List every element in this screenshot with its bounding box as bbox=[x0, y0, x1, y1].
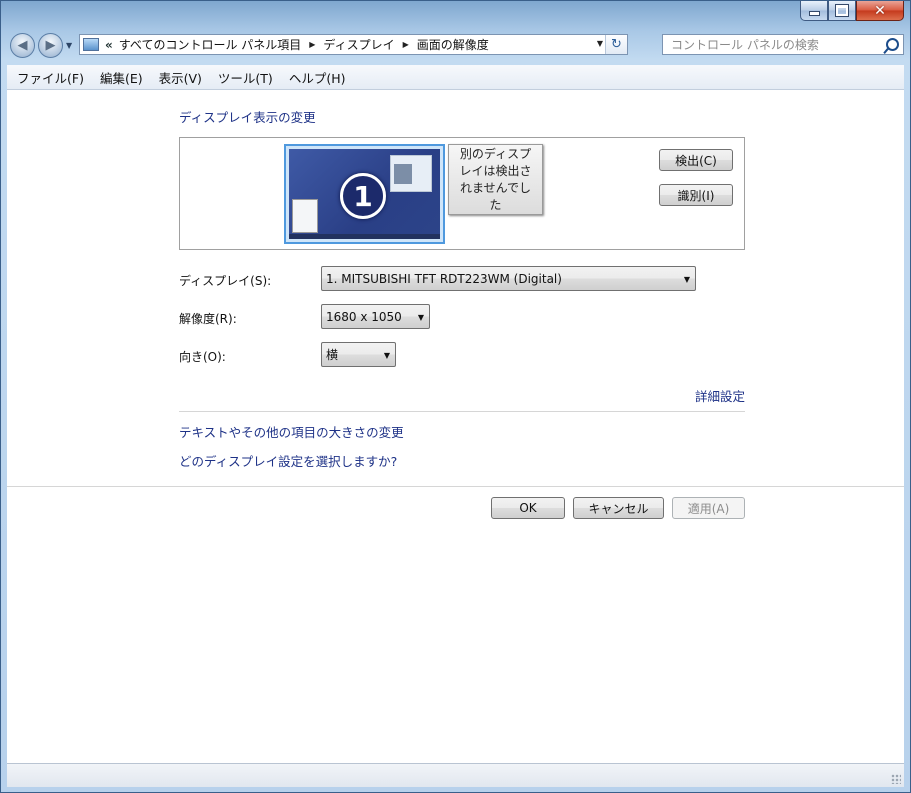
resolution-select-value: 1680 x 1050 bbox=[326, 309, 402, 324]
maximize-icon bbox=[835, 4, 849, 17]
close-icon: ✕ bbox=[874, 2, 886, 19]
refresh-button[interactable]: ↻ bbox=[605, 35, 627, 54]
menu-edit[interactable]: 編集(E) bbox=[92, 68, 151, 87]
chevron-down-icon: ▼ bbox=[66, 41, 73, 50]
menu-help[interactable]: ヘルプ(H) bbox=[281, 68, 354, 87]
menu-tools[interactable]: ツール(T) bbox=[210, 68, 281, 87]
status-bar bbox=[7, 763, 904, 787]
maximize-button[interactable] bbox=[828, 1, 856, 21]
address-dropdown-icon[interactable]: ▼ bbox=[597, 39, 603, 48]
menu-bar: ファイル(F) 編集(E) 表示(V) ツール(T) ヘルプ(H) bbox=[7, 65, 904, 90]
monitor-arrangement-panel: 1 別のディスプレイは検出されませんでした 検出(C) 識別(I) bbox=[179, 137, 745, 250]
chevron-down-icon: ▼ bbox=[683, 275, 690, 284]
breadcrumb-arrow-icon[interactable]: ▶ bbox=[309, 40, 315, 49]
apply-button[interactable]: 適用(A) bbox=[672, 497, 745, 519]
monitor-1[interactable]: 1 bbox=[284, 144, 445, 244]
orientation-select[interactable]: 横 ▼ bbox=[321, 342, 396, 367]
main-content: ディスプレイ表示の変更 1 別のディスプレイは検出されませんでした 検出(C) … bbox=[7, 90, 904, 763]
detect-button[interactable]: 検出(C) bbox=[659, 149, 733, 171]
monitor-preview-taskbar bbox=[289, 234, 440, 239]
divider bbox=[179, 411, 745, 412]
caption-buttons: ✕ bbox=[800, 1, 904, 21]
orientation-label: 向き(O): bbox=[179, 350, 226, 364]
chevron-down-icon: ▼ bbox=[383, 351, 390, 360]
control-panel-icon bbox=[83, 38, 99, 51]
monitor-preview-document-icon bbox=[292, 199, 318, 233]
display-select[interactable]: 1. MITSUBISHI TFT RDT223WM (Digital) ▼ bbox=[321, 266, 696, 291]
breadcrumb-overflow[interactable]: « bbox=[105, 38, 113, 52]
minimize-icon bbox=[808, 11, 820, 16]
monitor-1-screen: 1 bbox=[289, 149, 440, 239]
orientation-select-value: 横 bbox=[326, 348, 339, 362]
monitor-number-badge: 1 bbox=[340, 173, 386, 219]
monitor-preview-window-icon bbox=[390, 155, 432, 192]
minimize-button[interactable] bbox=[800, 1, 828, 21]
page-title: ディスプレイ表示の変更 bbox=[179, 110, 316, 125]
breadcrumb-item-resolution[interactable]: 画面の解像度 bbox=[417, 36, 489, 53]
close-button[interactable]: ✕ bbox=[856, 1, 904, 21]
text-size-link[interactable]: テキストやその他の項目の大きさの変更 bbox=[179, 422, 404, 441]
refresh-icon: ↻ bbox=[611, 37, 622, 52]
breadcrumb-item-all-control-panel[interactable]: すべてのコントロール パネル項目 bbox=[119, 36, 302, 53]
back-button[interactable]: ◀ bbox=[10, 33, 35, 58]
search-box[interactable] bbox=[662, 34, 904, 55]
control-panel-window: ✕ ◀ ▶ ▼ « すべてのコントロール パネル項目 ▶ ディスプレイ ▶ 画面… bbox=[0, 0, 911, 793]
recent-pages-button[interactable]: ▼ bbox=[66, 41, 72, 50]
chevron-down-icon: ▼ bbox=[417, 313, 424, 322]
resolution-select[interactable]: 1680 x 1050 ▼ bbox=[321, 304, 430, 329]
ok-button[interactable]: OK bbox=[491, 497, 565, 519]
forward-button[interactable]: ▶ bbox=[38, 33, 63, 58]
resolution-label: 解像度(R): bbox=[179, 312, 237, 326]
search-icon[interactable] bbox=[886, 38, 899, 51]
menu-file[interactable]: ファイル(F) bbox=[7, 68, 92, 87]
breadcrumb-item-display[interactable]: ディスプレイ bbox=[323, 36, 394, 53]
advanced-settings-link[interactable]: 詳細設定 bbox=[695, 386, 745, 405]
forward-arrow-icon: ▶ bbox=[45, 38, 56, 53]
display-select-value: 1. MITSUBISHI TFT RDT223WM (Digital) bbox=[326, 271, 562, 286]
monitor-2-not-detected[interactable]: 別のディスプレイは検出されませんでした bbox=[448, 144, 543, 215]
menu-view[interactable]: 表示(V) bbox=[151, 68, 210, 87]
display-label: ディスプレイ(S): bbox=[179, 274, 272, 288]
navigation-bar: ◀ ▶ ▼ « すべてのコントロール パネル項目 ▶ ディスプレイ ▶ 画面の解… bbox=[7, 31, 904, 61]
resize-grip-icon[interactable] bbox=[891, 774, 901, 784]
address-bar[interactable]: « すべてのコントロール パネル項目 ▶ ディスプレイ ▶ 画面の解像度 ▼ ↻ bbox=[79, 34, 628, 55]
identify-button[interactable]: 識別(I) bbox=[659, 184, 733, 206]
back-arrow-icon: ◀ bbox=[17, 38, 28, 53]
footer-divider bbox=[7, 486, 904, 487]
breadcrumb-arrow-icon[interactable]: ▶ bbox=[403, 40, 409, 49]
cancel-button[interactable]: キャンセル bbox=[573, 497, 664, 519]
which-display-link[interactable]: どのディスプレイ設定を選択しますか? bbox=[179, 451, 397, 470]
search-input[interactable] bbox=[669, 36, 883, 53]
